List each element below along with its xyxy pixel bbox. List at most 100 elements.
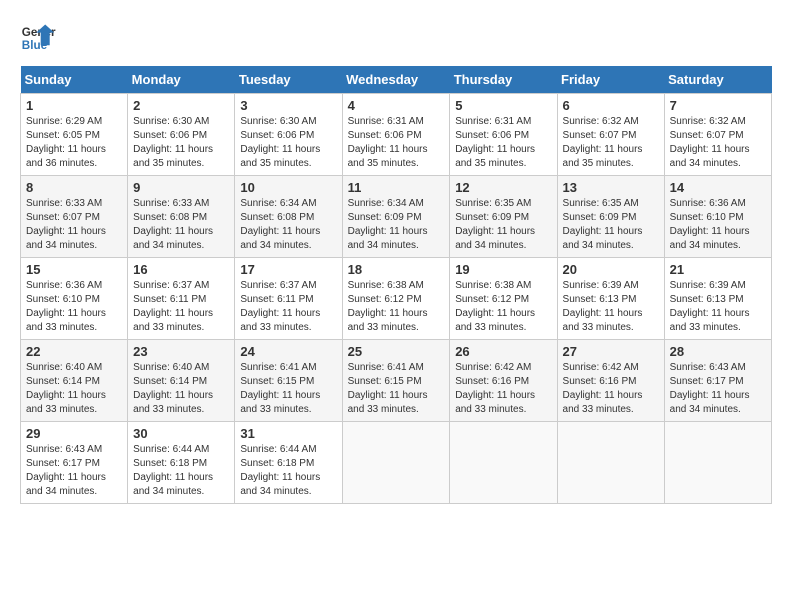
day-cell — [342, 422, 450, 504]
day-info: Sunrise: 6:33 AM Sunset: 6:07 PM Dayligh… — [26, 197, 122, 253]
day-cell: 22 Sunrise: 6:40 AM Sunset: 6:14 PM Dayli… — [21, 340, 128, 422]
day-cell: 5 Sunrise: 6:31 AM Sunset: 6:06 PM Daylig… — [450, 94, 557, 176]
day-cell: 9 Sunrise: 6:33 AM Sunset: 6:08 PM Daylig… — [128, 176, 235, 258]
header-cell-wednesday: Wednesday — [342, 66, 450, 94]
day-number: 29 — [26, 426, 122, 441]
day-cell: 1 Sunrise: 6:29 AM Sunset: 6:05 PM Daylig… — [21, 94, 128, 176]
day-info: Sunrise: 6:36 AM Sunset: 6:10 PM Dayligh… — [670, 197, 766, 253]
header-cell-thursday: Thursday — [450, 66, 557, 94]
day-info: Sunrise: 6:31 AM Sunset: 6:06 PM Dayligh… — [455, 115, 551, 171]
day-cell: 24 Sunrise: 6:41 AM Sunset: 6:15 PM Dayli… — [235, 340, 342, 422]
day-cell — [557, 422, 664, 504]
day-number: 15 — [26, 262, 122, 277]
day-info: Sunrise: 6:43 AM Sunset: 6:17 PM Dayligh… — [26, 443, 122, 499]
day-info: Sunrise: 6:44 AM Sunset: 6:18 PM Dayligh… — [240, 443, 336, 499]
day-number: 6 — [563, 98, 659, 113]
day-info: Sunrise: 6:35 AM Sunset: 6:09 PM Dayligh… — [563, 197, 659, 253]
day-info: Sunrise: 6:31 AM Sunset: 6:06 PM Dayligh… — [348, 115, 445, 171]
day-number: 5 — [455, 98, 551, 113]
day-cell: 3 Sunrise: 6:30 AM Sunset: 6:06 PM Daylig… — [235, 94, 342, 176]
day-cell: 14 Sunrise: 6:36 AM Sunset: 6:10 PM Dayli… — [664, 176, 771, 258]
day-number: 21 — [670, 262, 766, 277]
day-cell: 2 Sunrise: 6:30 AM Sunset: 6:06 PM Daylig… — [128, 94, 235, 176]
day-info: Sunrise: 6:29 AM Sunset: 6:05 PM Dayligh… — [26, 115, 122, 171]
day-cell: 25Sunrise: 6:41 AM Sunset: 6:15 PM Dayli… — [342, 340, 450, 422]
day-cell: 30 Sunrise: 6:44 AM Sunset: 6:18 PM Dayli… — [128, 422, 235, 504]
day-number: 16 — [133, 262, 229, 277]
day-number: 31 — [240, 426, 336, 441]
day-cell: 13 Sunrise: 6:35 AM Sunset: 6:09 PM Dayli… — [557, 176, 664, 258]
day-cell: 27Sunrise: 6:42 AM Sunset: 6:16 PM Dayli… — [557, 340, 664, 422]
day-cell: 10 Sunrise: 6:34 AM Sunset: 6:08 PM Dayli… — [235, 176, 342, 258]
day-number: 9 — [133, 180, 229, 195]
day-cell: 23 Sunrise: 6:40 AM Sunset: 6:14 PM Dayli… — [128, 340, 235, 422]
day-info: Sunrise: 6:34 AM Sunset: 6:09 PM Dayligh… — [348, 197, 445, 253]
day-cell: 6 Sunrise: 6:32 AM Sunset: 6:07 PM Daylig… — [557, 94, 664, 176]
day-info: Sunrise: 6:39 AM Sunset: 6:13 PM Dayligh… — [670, 279, 766, 335]
day-number: 23 — [133, 344, 229, 359]
day-number: 26 — [455, 344, 551, 359]
day-cell: 21 Sunrise: 6:39 AM Sunset: 6:13 PM Dayli… — [664, 258, 771, 340]
day-cell: 17 Sunrise: 6:37 AM Sunset: 6:11 PM Dayli… — [235, 258, 342, 340]
day-number: 12 — [455, 180, 551, 195]
day-info: Sunrise: 6:32 AM Sunset: 6:07 PM Dayligh… — [563, 115, 659, 171]
day-number: 17 — [240, 262, 336, 277]
week-row-3: 15 Sunrise: 6:36 AM Sunset: 6:10 PM Dayli… — [21, 258, 772, 340]
day-number: 28 — [670, 344, 766, 359]
day-number: 10 — [240, 180, 336, 195]
logo-icon: General Blue — [20, 20, 56, 56]
day-number: 11 — [348, 180, 445, 195]
day-cell — [664, 422, 771, 504]
day-number: 30 — [133, 426, 229, 441]
day-number: 20 — [563, 262, 659, 277]
day-number: 24 — [240, 344, 336, 359]
calendar-table: SundayMondayTuesdayWednesdayThursdayFrid… — [20, 66, 772, 504]
day-cell: 26Sunrise: 6:42 AM Sunset: 6:16 PM Dayli… — [450, 340, 557, 422]
header-cell-tuesday: Tuesday — [235, 66, 342, 94]
day-info: Sunrise: 6:34 AM Sunset: 6:08 PM Dayligh… — [240, 197, 336, 253]
day-number: 8 — [26, 180, 122, 195]
header-cell-saturday: Saturday — [664, 66, 771, 94]
week-row-4: 22 Sunrise: 6:40 AM Sunset: 6:14 PM Dayli… — [21, 340, 772, 422]
day-cell: 18Sunrise: 6:38 AM Sunset: 6:12 PM Dayli… — [342, 258, 450, 340]
day-number: 22 — [26, 344, 122, 359]
day-number: 19 — [455, 262, 551, 277]
day-number: 13 — [563, 180, 659, 195]
day-number: 1 — [26, 98, 122, 113]
day-number: 2 — [133, 98, 229, 113]
header-cell-friday: Friday — [557, 66, 664, 94]
day-info: Sunrise: 6:44 AM Sunset: 6:18 PM Dayligh… — [133, 443, 229, 499]
day-cell: 31 Sunrise: 6:44 AM Sunset: 6:18 PM Dayli… — [235, 422, 342, 504]
day-info: Sunrise: 6:41 AM Sunset: 6:15 PM Dayligh… — [240, 361, 336, 417]
day-cell: 7Sunrise: 6:32 AM Sunset: 6:07 PM Daylig… — [664, 94, 771, 176]
day-cell: 28 Sunrise: 6:43 AM Sunset: 6:17 PM Dayli… — [664, 340, 771, 422]
header-row: SundayMondayTuesdayWednesdayThursdayFrid… — [21, 66, 772, 94]
day-info: Sunrise: 6:43 AM Sunset: 6:17 PM Dayligh… — [670, 361, 766, 417]
day-number: 4 — [348, 98, 445, 113]
header-cell-sunday: Sunday — [21, 66, 128, 94]
week-row-1: 1 Sunrise: 6:29 AM Sunset: 6:05 PM Daylig… — [21, 94, 772, 176]
day-number: 14 — [670, 180, 766, 195]
day-info: Sunrise: 6:30 AM Sunset: 6:06 PM Dayligh… — [133, 115, 229, 171]
day-info: Sunrise: 6:33 AM Sunset: 6:08 PM Dayligh… — [133, 197, 229, 253]
logo: General Blue — [20, 20, 56, 56]
day-info: Sunrise: 6:42 AM Sunset: 6:16 PM Dayligh… — [563, 361, 659, 417]
day-info: Sunrise: 6:40 AM Sunset: 6:14 PM Dayligh… — [26, 361, 122, 417]
day-info: Sunrise: 6:35 AM Sunset: 6:09 PM Dayligh… — [455, 197, 551, 253]
day-info: Sunrise: 6:38 AM Sunset: 6:12 PM Dayligh… — [455, 279, 551, 335]
day-info: Sunrise: 6:30 AM Sunset: 6:06 PM Dayligh… — [240, 115, 336, 171]
day-info: Sunrise: 6:41 AM Sunset: 6:15 PM Dayligh… — [348, 361, 445, 417]
day-cell: 20 Sunrise: 6:39 AM Sunset: 6:13 PM Dayli… — [557, 258, 664, 340]
day-cell: 19 Sunrise: 6:38 AM Sunset: 6:12 PM Dayli… — [450, 258, 557, 340]
day-info: Sunrise: 6:32 AM Sunset: 6:07 PM Dayligh… — [670, 115, 766, 171]
day-info: Sunrise: 6:40 AM Sunset: 6:14 PM Dayligh… — [133, 361, 229, 417]
day-info: Sunrise: 6:39 AM Sunset: 6:13 PM Dayligh… — [563, 279, 659, 335]
day-number: 3 — [240, 98, 336, 113]
day-cell: 29 Sunrise: 6:43 AM Sunset: 6:17 PM Dayli… — [21, 422, 128, 504]
day-cell: 16 Sunrise: 6:37 AM Sunset: 6:11 PM Dayli… — [128, 258, 235, 340]
day-cell — [450, 422, 557, 504]
day-info: Sunrise: 6:36 AM Sunset: 6:10 PM Dayligh… — [26, 279, 122, 335]
day-info: Sunrise: 6:37 AM Sunset: 6:11 PM Dayligh… — [240, 279, 336, 335]
day-info: Sunrise: 6:37 AM Sunset: 6:11 PM Dayligh… — [133, 279, 229, 335]
day-cell: 12 Sunrise: 6:35 AM Sunset: 6:09 PM Dayli… — [450, 176, 557, 258]
